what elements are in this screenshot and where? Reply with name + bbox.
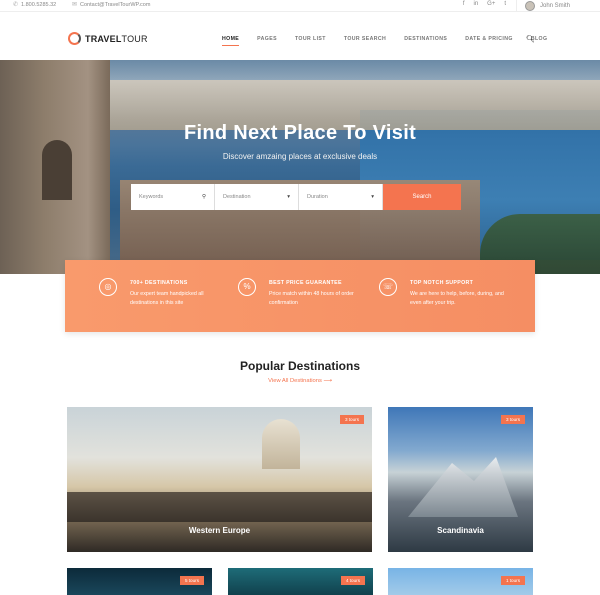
feature-title: 700+ DESTINATIONS [130, 280, 188, 286]
tour-count-badge: 1 tours [500, 576, 525, 585]
site-logo[interactable]: TRAVELTOUR [68, 32, 148, 45]
percent-icon: % [238, 278, 256, 296]
destination-card[interactable]: 4 tours [228, 568, 373, 595]
nav-item-date-pricing[interactable]: DATE & PRICING [465, 36, 513, 46]
search-button[interactable]: Search [383, 184, 461, 210]
main-navbar: TRAVELTOUR HOME PAGES TOUR LIST TOUR SEA… [0, 18, 600, 60]
twitter-icon[interactable]: t [504, 1, 506, 7]
user-menu[interactable]: John Smith [515, 0, 570, 12]
caret-down-icon: ▾ [287, 194, 290, 200]
feature-title: BEST PRICE GUARANTEE [269, 280, 342, 286]
caret-down-icon: ▾ [371, 194, 374, 200]
tour-count-badge: 3 tours [339, 415, 364, 424]
support-icon: ☏ [379, 278, 397, 296]
hero-banner: Find Next Place To Visit Discover amzain… [0, 60, 600, 274]
top-bar: ✆ 1.800.5285.32 ✉ Contact@TravelTourWP.c… [0, 0, 600, 12]
hero-building [0, 60, 110, 274]
email-contact[interactable]: ✉ Contact@TravelTourWP.com [72, 1, 151, 9]
arrow-right-icon: ⟶ [323, 378, 332, 384]
avatar [524, 1, 535, 11]
features-bar: ◎ 700+ DESTINATIONS Our expert team hand… [65, 260, 535, 332]
google-plus-icon[interactable]: G+ [487, 1, 495, 7]
tour-count-badge: 5 tours [179, 576, 204, 585]
destination-card-western-europe[interactable]: 3 tours Western Europe [67, 407, 372, 552]
hero-subtitle: Discover amzaing places at exclusive dea… [222, 152, 378, 161]
user-name: John Smith [539, 3, 570, 9]
linkedin-icon[interactable]: in [473, 1, 478, 7]
tour-count-badge: 4 tours [340, 576, 365, 585]
search-icon[interactable]: 🔍︎ [526, 35, 535, 43]
globe-icon: ◎ [99, 278, 117, 296]
mail-icon: ✉ [72, 2, 78, 8]
logo-icon [68, 32, 81, 45]
phone-contact[interactable]: ✆ 1.800.5285.32 [13, 1, 57, 9]
main-menu: HOME PAGES TOUR LIST TOUR SEARCH DESTINA… [222, 36, 565, 46]
destination-select[interactable]: Destination ▾ [215, 184, 299, 210]
feature-text: Price match within 48 hours of order con… [269, 291, 354, 306]
keywords-input[interactable]: Keywords ⚲ [131, 184, 215, 210]
destination-card-scandinavia[interactable]: 3 tours Scandinavia [388, 407, 533, 552]
feature-text: Our expert team handpicked all destinati… [130, 291, 204, 306]
destination-name: Western Europe [188, 526, 251, 535]
nav-item-home[interactable]: HOME [222, 36, 240, 46]
tour-count-badge: 3 tours [500, 415, 525, 424]
email-address: Contact@TravelTourWP.com [80, 1, 151, 8]
nav-item-pages[interactable]: PAGES [257, 36, 277, 46]
social-links: f in G+ t [463, 1, 506, 7]
phone-icon: ✆ [13, 2, 19, 8]
nav-item-tour-list[interactable]: TOUR LIST [295, 36, 326, 46]
feature-text: We are here to help, before, during, and… [410, 291, 504, 306]
section-title: Popular Destinations [239, 359, 361, 373]
nav-item-tour-search[interactable]: TOUR SEARCH [344, 36, 386, 46]
facebook-icon[interactable]: f [463, 1, 465, 7]
phone-number: 1.800.5285.32 [21, 1, 57, 8]
tour-search-form: Keywords ⚲ Destination ▾ Duration ▾ Sear… [131, 184, 461, 210]
destination-card[interactable]: 5 tours [67, 568, 212, 595]
logo-text: TRAVELTOUR [85, 33, 148, 44]
view-all-link[interactable]: View All Destinations ⟶ [0, 378, 600, 384]
nav-item-destinations[interactable]: DESTINATIONS [404, 36, 447, 46]
hero-title: Find Next Place To Visit [183, 122, 417, 144]
destination-card[interactable]: 1 tours [388, 568, 533, 595]
feature-title: TOP NOTCH SUPPORT [410, 280, 474, 286]
search-icon: ⚲ [201, 194, 206, 200]
destination-name: Scandinavia [437, 526, 484, 535]
duration-select[interactable]: Duration ▾ [299, 184, 383, 210]
